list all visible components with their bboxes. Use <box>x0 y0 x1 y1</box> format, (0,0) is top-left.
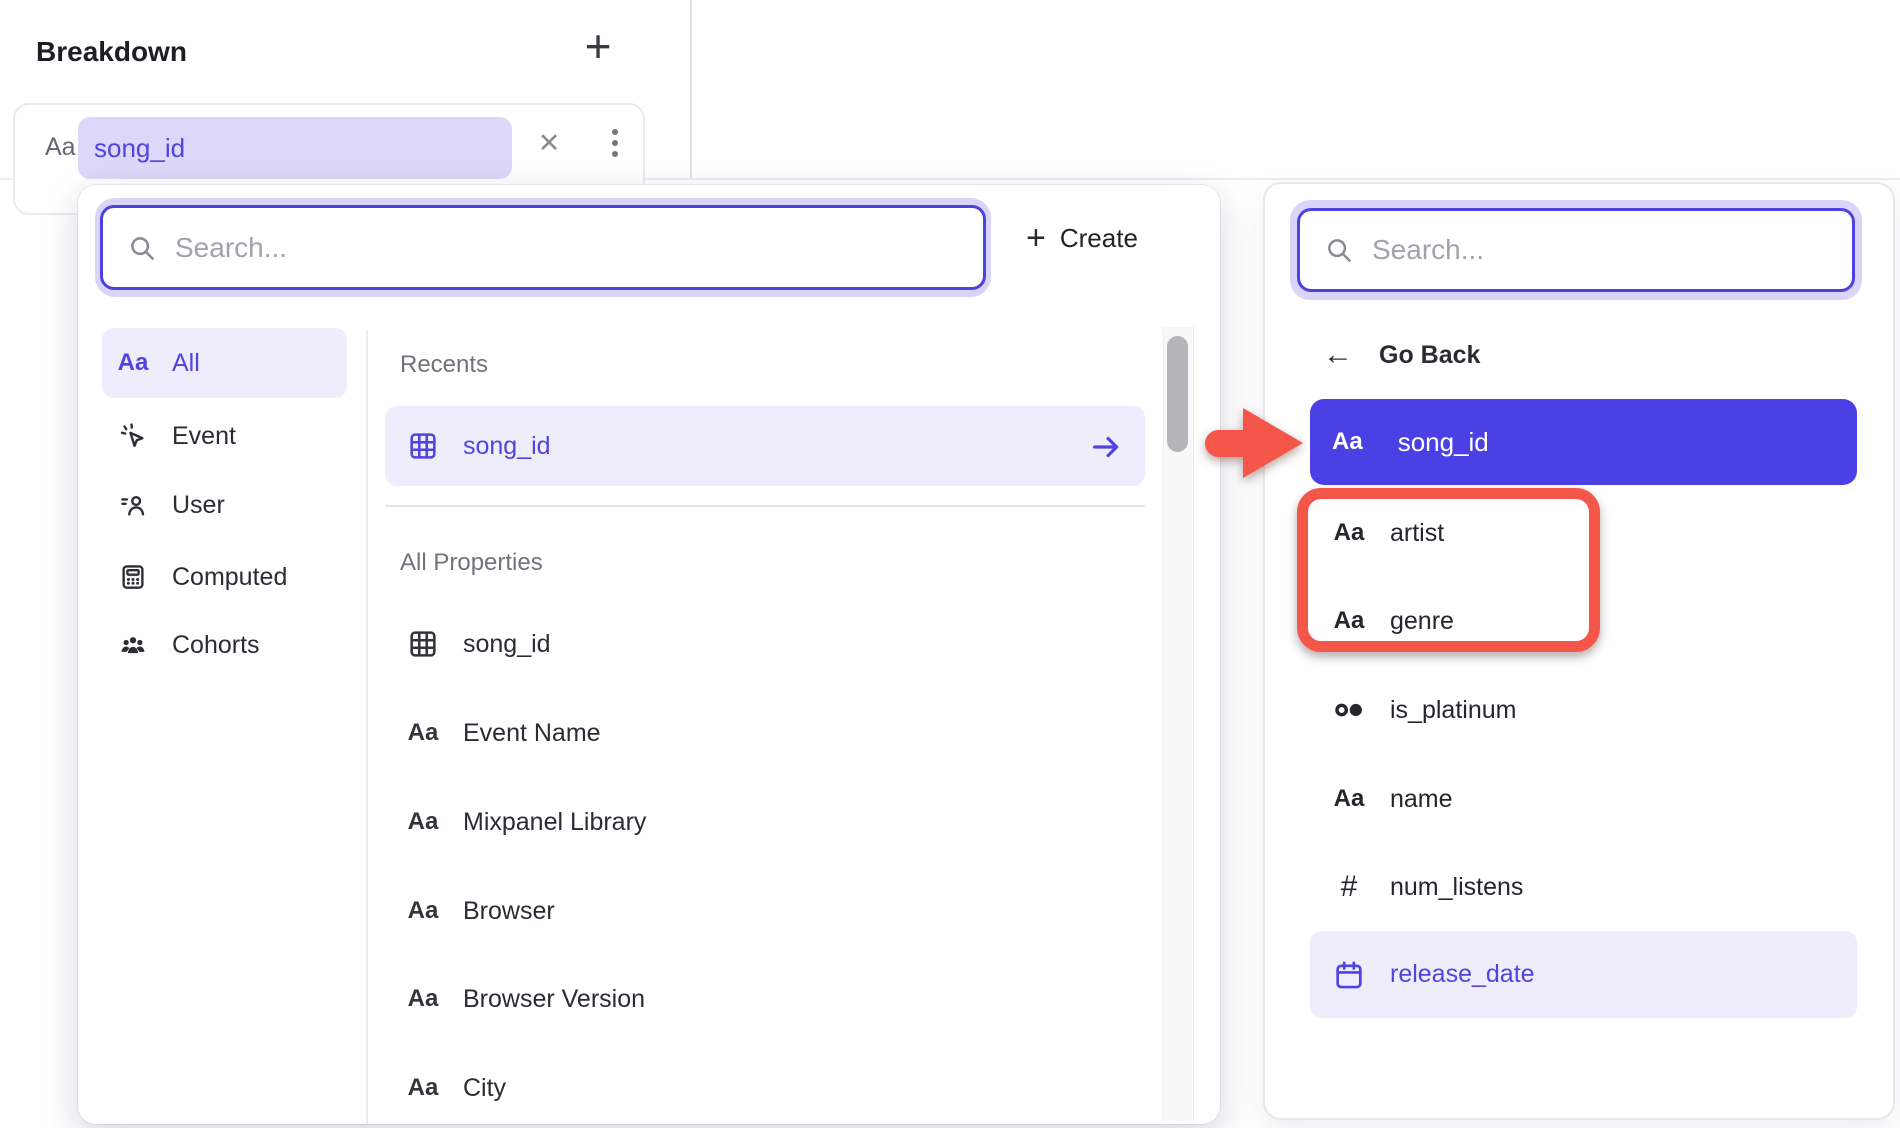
remove-breakdown-button[interactable]: ✕ <box>527 121 571 165</box>
property-label: song_id <box>463 432 551 461</box>
page-title: Breakdown <box>36 36 187 68</box>
go-back-button[interactable]: ← Go Back <box>1323 340 1480 370</box>
text-type-icon: Aa <box>1329 785 1369 813</box>
category-label: Cohorts <box>172 631 260 660</box>
property-label: num_listens <box>1390 873 1523 902</box>
section-divider <box>385 505 1145 507</box>
property-label: Browser Version <box>463 985 645 1014</box>
arrow-left-icon: ← <box>1323 340 1353 370</box>
property-detail-panel: ← Go Back Aa song_id Aa artist Aa genre … <box>1263 182 1895 1120</box>
property-item-event-name[interactable]: Aa Event Name <box>385 693 1145 773</box>
text-type-icon: Aa <box>1332 428 1363 456</box>
property-label: Browser <box>463 897 555 926</box>
cursor-click-icon <box>116 421 150 451</box>
recent-property-song-id[interactable]: song_id <box>385 406 1145 486</box>
go-back-label: Go Back <box>1379 341 1480 370</box>
number-type-icon: # <box>1329 870 1369 904</box>
text-type-icon: Aa <box>405 808 441 836</box>
text-type-icon: Aa <box>405 897 441 925</box>
category-tab-cohorts[interactable]: Cohorts <box>102 610 347 680</box>
category-tab-computed[interactable]: Computed <box>102 542 347 612</box>
property-item-num-listens[interactable]: # num_listens <box>1310 847 1857 927</box>
table-type-icon <box>405 430 441 462</box>
category-tab-user[interactable]: User <box>102 470 347 540</box>
property-label: song_id <box>1398 427 1489 458</box>
property-label: City <box>463 1074 506 1103</box>
category-label: Event <box>172 422 236 451</box>
add-breakdown-button[interactable]: + <box>572 18 624 74</box>
property-item-browser[interactable]: Aa Browser <box>385 871 1145 951</box>
property-label: Mixpanel Library <box>463 808 646 837</box>
date-type-icon <box>1329 958 1369 992</box>
chip-label: song_id <box>94 117 185 179</box>
text-type-icon: Aa <box>116 349 150 377</box>
property-label: artist <box>1390 519 1444 548</box>
property-item-city[interactable]: Aa City <box>385 1048 1145 1128</box>
scrollbar-track[interactable] <box>1163 327 1194 1121</box>
breakdown-property-chip[interactable]: song_id <box>78 117 512 179</box>
property-item-release-date[interactable]: release_date <box>1310 931 1857 1018</box>
property-item-mixpanel-library[interactable]: Aa Mixpanel Library <box>385 782 1145 862</box>
property-item-song-id[interactable]: song_id <box>385 604 1145 684</box>
property-label: is_platinum <box>1390 696 1516 725</box>
property-item-browser-version[interactable]: Aa Browser Version <box>385 959 1145 1039</box>
category-label: All <box>172 349 200 378</box>
all-properties-header: All Properties <box>400 549 543 577</box>
text-type-icon: Aa <box>405 719 441 747</box>
table-type-icon <box>405 628 441 660</box>
search-field-container <box>1297 208 1855 292</box>
selected-property-song-id[interactable]: Aa song_id <box>1310 399 1857 485</box>
kebab-menu-icon[interactable] <box>593 121 637 165</box>
text-type-icon: Aa <box>1329 519 1369 547</box>
property-picker-panel: + Create Aa All Event User Computed <box>78 185 1220 1124</box>
text-type-icon: Aa <box>45 133 76 162</box>
text-type-icon: Aa <box>405 1074 441 1102</box>
create-label: Create <box>1060 223 1138 254</box>
category-label: Computed <box>172 563 287 592</box>
property-item-genre[interactable]: Aa genre <box>1310 581 1857 661</box>
cohorts-icon <box>116 630 150 660</box>
property-item-is-platinum[interactable]: is_platinum <box>1310 670 1857 750</box>
property-label: song_id <box>463 630 551 659</box>
plus-icon: + <box>1026 221 1046 255</box>
property-item-artist[interactable]: Aa artist <box>1310 493 1857 573</box>
property-item-name[interactable]: Aa name <box>1310 759 1857 839</box>
arrow-right-icon <box>1089 430 1123 462</box>
category-label: User <box>172 491 225 520</box>
search-icon <box>1324 235 1354 265</box>
search-input[interactable] <box>173 231 971 265</box>
recents-header: Recents <box>400 351 488 379</box>
property-label: name <box>1390 785 1453 814</box>
boolean-type-icon <box>1329 693 1369 727</box>
text-type-icon: Aa <box>1329 607 1369 635</box>
category-tab-event[interactable]: Event <box>102 401 347 471</box>
search-field-container <box>100 205 986 290</box>
search-input[interactable] <box>1370 233 1840 267</box>
property-label: release_date <box>1390 960 1535 989</box>
text-type-icon: Aa <box>405 985 441 1013</box>
user-icon <box>116 490 150 520</box>
property-label: Event Name <box>463 719 601 748</box>
calculator-icon <box>116 562 150 592</box>
panel-boundary-line <box>690 0 692 178</box>
search-icon <box>127 233 157 263</box>
property-label: genre <box>1390 607 1454 636</box>
create-button[interactable]: + Create <box>1026 221 1138 255</box>
screen: Breakdown + Aa song_id ✕ + Create Aa All <box>0 0 1900 1128</box>
category-tab-all[interactable]: Aa All <box>102 328 347 398</box>
list-divider <box>366 330 368 1124</box>
scrollbar-thumb[interactable] <box>1167 336 1188 452</box>
